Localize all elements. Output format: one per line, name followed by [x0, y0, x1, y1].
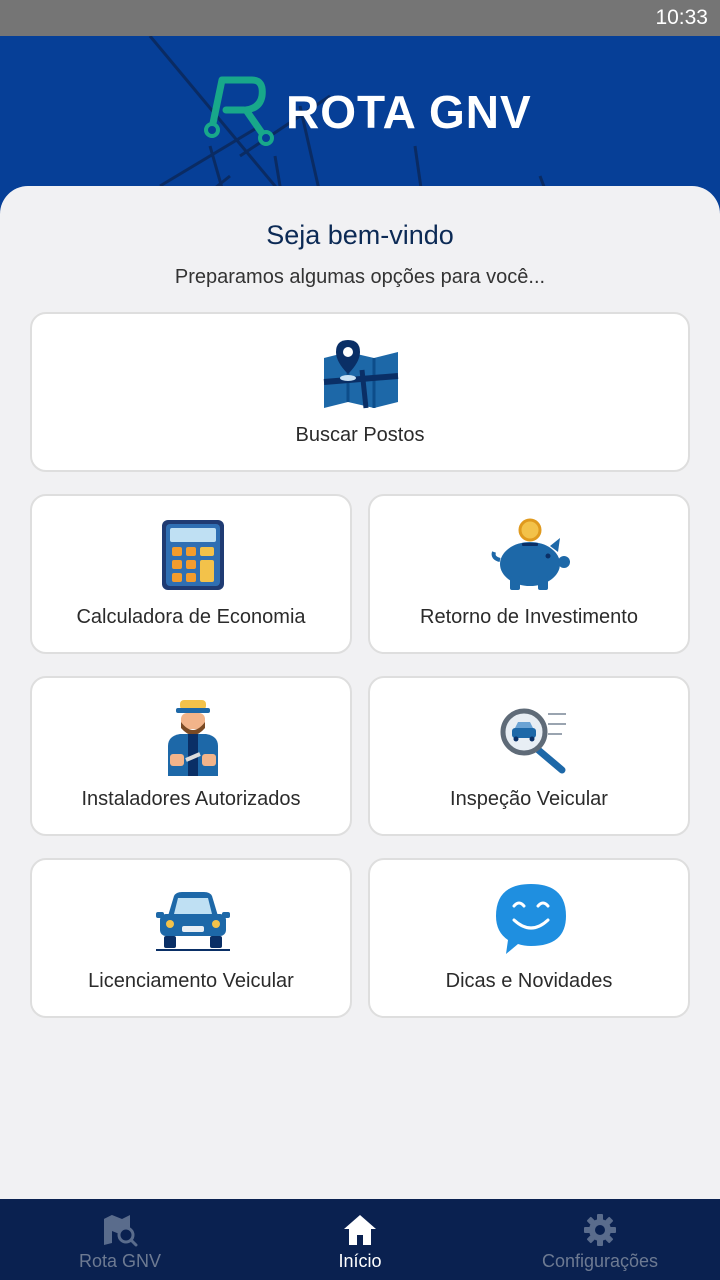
- nav-label: Configurações: [541, 1251, 659, 1271]
- piggy-bank-icon: [491, 518, 570, 590]
- card-calculadora-economia[interactable]: Calculadora de Economia: [30, 494, 352, 654]
- nav-label: Rota GNV: [78, 1251, 162, 1271]
- car-icon: [156, 892, 230, 951]
- card-label: Inspeção Veicular: [450, 788, 608, 810]
- nav-item-rota-gnv[interactable]: Rota GNV: [0, 1199, 240, 1280]
- car-inspection-icon: [500, 708, 566, 774]
- nav-label: Início: [338, 1251, 382, 1271]
- status-bar: 10:33: [0, 0, 720, 36]
- bottom-nav: Rota GNV Início Configurações: [0, 1199, 720, 1280]
- card-retorno-investimento[interactable]: Retorno de Investimento: [368, 494, 690, 654]
- map-pin-icon: [323, 340, 399, 409]
- map-search-icon: [104, 1215, 138, 1247]
- logo-r-icon: [204, 76, 274, 146]
- mechanic-icon: [168, 700, 218, 776]
- gear-icon: [584, 1214, 616, 1246]
- card-label: Dicas e Novidades: [445, 970, 613, 992]
- card-label: Retorno de Investimento: [420, 606, 638, 628]
- card-label: Buscar Postos: [295, 424, 425, 446]
- status-time: 10:33: [655, 6, 708, 29]
- card-licenciamento-veicular[interactable]: Licenciamento Veicular: [30, 858, 352, 1018]
- page-title: Seja bem-vindo: [266, 220, 454, 250]
- page-subtitle: Preparamos algumas opções para você...: [174, 266, 546, 288]
- calculator-icon: [162, 520, 224, 590]
- card-dicas-novidades[interactable]: Dicas e Novidades: [368, 858, 690, 1018]
- card-inspecao-veicular[interactable]: Inspeção Veicular: [368, 676, 690, 836]
- card-label: Instaladores Autorizados: [81, 788, 301, 810]
- card-label: Licenciamento Veicular: [88, 970, 294, 992]
- card-instaladores-autorizados[interactable]: Instaladores Autorizados: [30, 676, 352, 836]
- nav-item-configuracoes[interactable]: Configurações: [480, 1199, 720, 1280]
- nav-item-inicio[interactable]: Início: [240, 1199, 480, 1280]
- brand-name: ROTA GNV: [286, 86, 532, 138]
- home-icon: [344, 1215, 376, 1245]
- card-label: Calculadora de Economia: [76, 606, 306, 628]
- smile-chat-icon: [496, 884, 566, 954]
- card-buscar-postos[interactable]: Buscar Postos: [30, 312, 690, 472]
- rota-gnv-logo: ROTA GNV: [204, 74, 532, 150]
- main-content: Seja bem-vindo Preparamos algumas opções…: [0, 186, 720, 1200]
